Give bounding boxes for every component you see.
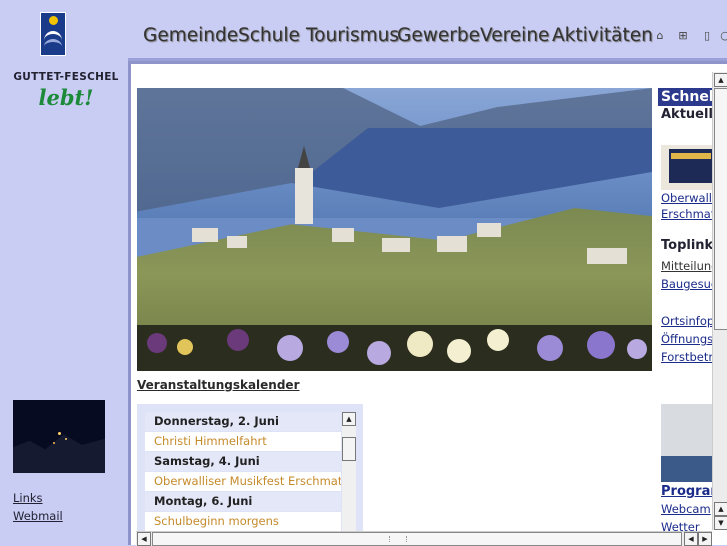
municipality-logo[interactable] [40, 12, 66, 56]
quicklinks-header: Schnell [658, 88, 713, 106]
print-icon[interactable]: ▯ [701, 30, 713, 42]
news-link[interactable]: Erschmatt [661, 207, 713, 221]
scroll-left-button[interactable]: ◀ [684, 532, 698, 546]
calendar-event[interactable]: Schulbeginn morgens [145, 512, 341, 531]
calendar-day: Donnerstag, 2. Juni [145, 412, 341, 431]
scroll-thumb[interactable] [714, 88, 727, 330]
nav-schule[interactable]: Schule [238, 25, 300, 46]
nav-gewerbe[interactable]: Gewerbe [397, 25, 480, 46]
calendar-event[interactable]: Christi Himmelfahrt [145, 432, 341, 451]
scroll-thumb[interactable] [152, 532, 682, 546]
village-hero-image [137, 88, 652, 371]
search-icon[interactable]: ○ [719, 30, 727, 42]
nav-aktivitaeten[interactable]: Aktivitäten [552, 25, 653, 46]
toplink[interactable]: Baugesuche [661, 277, 713, 291]
sitemap-icon[interactable]: ⊞ [677, 30, 689, 42]
programm-link[interactable]: Programm [661, 484, 713, 499]
calendar-scrollbar[interactable]: ▲ [342, 412, 356, 545]
brand-name: GUTTET-FESCHEL [13, 71, 119, 83]
top-navigation: Gemeinde Schule Tourismus Gewerbe Verein… [128, 0, 727, 60]
horizontal-scrollbar[interactable]: ◀ ◀ ▶ [136, 531, 712, 546]
scroll-thumb[interactable] [342, 437, 356, 461]
toplink[interactable]: Mitteilungen [661, 259, 713, 273]
programm-thumbnail[interactable] [661, 404, 713, 482]
scroll-up-button[interactable]: ▲ [342, 412, 356, 426]
brand-slogan: lebt! [38, 85, 94, 110]
home-icon[interactable]: ⌂ [654, 30, 666, 42]
events-calendar-link[interactable]: Veranstaltungskalender [137, 378, 300, 392]
info-link[interactable]: Forstbetrieb [661, 350, 713, 364]
nav-gemeinde[interactable]: Gemeinde [143, 25, 238, 46]
aktuell-heading: Aktuell [661, 107, 713, 122]
scroll-up-button[interactable]: ▲ [714, 502, 727, 516]
toplinks-heading: Toplinks [661, 238, 713, 253]
links-link[interactable]: Links [13, 491, 43, 505]
scroll-down-button[interactable]: ▼ [714, 516, 727, 530]
info-link[interactable]: Öffnungszeiten [661, 332, 713, 346]
right-quicklinks: Schnell Aktuell Oberwalliser Erschmatt T… [658, 88, 713, 538]
nav-vereine[interactable]: Vereine [480, 25, 549, 46]
news-thumbnail[interactable] [661, 145, 713, 190]
calendar-day: Samstag, 4. Juni [145, 452, 341, 471]
webcam-thumbnail[interactable] [13, 400, 105, 473]
scroll-left-button[interactable]: ◀ [137, 532, 151, 546]
calendar-day: Montag, 6. Juni [145, 492, 341, 511]
events-calendar: Donnerstag, 2. Juni Christi Himmelfahrt … [137, 404, 363, 545]
scroll-right-button[interactable]: ▶ [698, 532, 712, 546]
left-sidebar: GUTTET-FESCHEL lebt! Links Webmail [0, 0, 128, 545]
calendar-event[interactable]: Oberwalliser Musikfest Erschmatt [145, 472, 341, 491]
vertical-scrollbar[interactable]: ▲ ▲ ▼ [712, 72, 727, 530]
webmail-link[interactable]: Webmail [13, 509, 63, 523]
webcam-link[interactable]: Webcam [661, 502, 711, 516]
scroll-up-button[interactable]: ▲ [714, 73, 727, 87]
nav-tourismus[interactable]: Tourismus [306, 25, 399, 46]
info-link[interactable]: Ortsinfopläne [661, 314, 713, 328]
news-link[interactable]: Oberwalliser [661, 191, 713, 205]
